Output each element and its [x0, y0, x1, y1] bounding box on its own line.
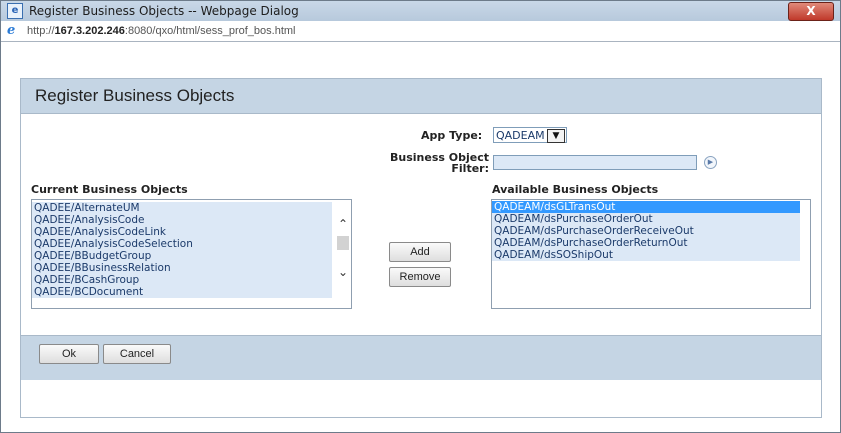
close-button[interactable]: X — [788, 2, 834, 21]
list-item[interactable]: QADEE/AnalysisCodeLink — [32, 226, 332, 238]
dialog-window: e Register Business Objects -- Webpage D… — [0, 0, 841, 433]
page-url: http://167.3.202.246:8080/qxo/html/sess_… — [27, 25, 296, 37]
arrow-right-icon[interactable]: ▶ — [704, 156, 717, 169]
address-bar: e http://167.3.202.246:8080/qxo/html/ses… — [1, 21, 840, 42]
app-type-label: App Type: — [421, 129, 483, 142]
dialog-app-icon: e — [7, 3, 23, 19]
title-bar: e Register Business Objects -- Webpage D… — [1, 1, 840, 21]
chevron-up-icon[interactable]: ⌃ — [335, 216, 351, 232]
list-item[interactable]: QADEE/BCashGroup — [32, 274, 332, 286]
window-title: Register Business Objects -- Webpage Dia… — [29, 4, 299, 18]
internet-explorer-icon: e — [7, 23, 16, 38]
scroll-thumb[interactable] — [337, 236, 349, 250]
current-objects-list[interactable]: QADEE/AlternateUM QADEE/AnalysisCode QADEE… — [31, 199, 352, 309]
list-item[interactable]: QADEAM/dsPurchaseOrderOut — [492, 213, 800, 225]
list-item[interactable]: QADEE/AlternateUM — [32, 202, 332, 214]
vertical-scrollbar[interactable]: ⌃ ⌄ — [335, 200, 351, 308]
filter-input[interactable] — [493, 155, 697, 170]
list-item[interactable]: QADEE/AnalysisCode — [32, 214, 332, 226]
chevron-down-icon[interactable]: ⌄ — [335, 264, 351, 280]
list-item[interactable]: QADEE/BCDocument — [32, 286, 332, 298]
chevron-down-icon[interactable]: ▼ — [547, 129, 565, 143]
cancel-button[interactable]: Cancel — [103, 344, 171, 364]
panel-title: Register Business Objects — [35, 86, 235, 105]
list-item[interactable]: QADEAM/dsPurchaseOrderReceiveOut — [492, 225, 800, 237]
list-item[interactable]: QADEAM/dsPurchaseOrderReturnOut — [492, 237, 800, 249]
add-button[interactable]: Add — [389, 242, 451, 262]
dialog-content: Register Business Objects App Type: QADE… — [1, 42, 840, 432]
panel-header: Register Business Objects — [21, 79, 821, 114]
register-panel: Register Business Objects App Type: QADE… — [20, 78, 822, 418]
available-heading: Available Business Objects — [492, 183, 659, 196]
available-objects-list[interactable]: QADEAM/dsGLTransOut QADEAM/dsPurchaseOrde… — [491, 199, 811, 309]
list-item[interactable]: QADEAM/dsSOShipOut — [492, 249, 800, 261]
ok-button[interactable]: Ok — [39, 344, 99, 364]
list-item[interactable]: QADEE/BBudgetGroup — [32, 250, 332, 262]
current-heading: Current Business Objects — [31, 183, 188, 196]
list-item[interactable]: QADEE/AnalysisCodeSelection — [32, 238, 332, 250]
list-item[interactable]: QADEAM/dsGLTransOut — [492, 201, 800, 213]
app-type-value: QADEAM — [496, 129, 545, 142]
list-item[interactable]: QADEE/BBusinessRelation — [32, 262, 332, 274]
remove-button[interactable]: Remove — [389, 267, 451, 287]
app-type-select[interactable]: QADEAM ▼ — [493, 127, 567, 143]
panel-footer: Ok Cancel — [21, 335, 821, 380]
filter-label: Business Object Filter: — [390, 151, 489, 175]
